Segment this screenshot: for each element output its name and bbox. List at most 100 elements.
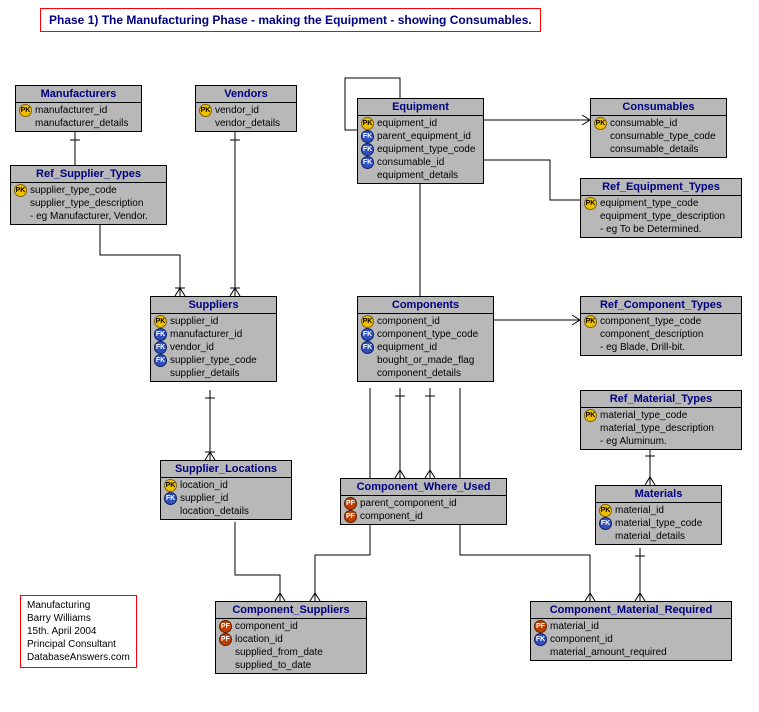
entity-attribute-row: FKsupplier_type_code	[151, 354, 276, 367]
entity-attribute-row: FKcomponent_type_code	[358, 328, 493, 341]
entity-equipment: Equipment PKequipment_idFKparent_equipme…	[357, 98, 484, 184]
attribute-text: location_id	[235, 633, 283, 646]
entity-header: Consumables	[591, 99, 726, 116]
attribute-text: supplier_details	[170, 367, 240, 380]
info-line: 15th. April 2004	[27, 625, 130, 638]
entity-header: Components	[358, 297, 493, 314]
entity-attribute-row: FKequipment_type_code	[358, 143, 483, 156]
key-spacer	[14, 198, 27, 209]
entity-attribute-row: FKvendor_id	[151, 341, 276, 354]
key-spacer	[584, 436, 597, 447]
entity-suppliers: Suppliers PKsupplier_idFKmanufacturer_id…	[150, 296, 277, 382]
entity-attribute-row: PFmaterial_id	[531, 620, 731, 633]
attribute-text: consumable_details	[610, 143, 698, 156]
entity-attribute-row: PKcomponent_id	[358, 315, 493, 328]
entity-manufacturers: Manufacturers PKmanufacturer_idmanufactu…	[15, 85, 142, 132]
fk-key-icon: FK	[361, 328, 374, 341]
entity-attribute-row: FKmaterial_type_code	[596, 517, 721, 530]
entity-attribute-row: PFlocation_id	[216, 633, 366, 646]
key-spacer	[219, 660, 232, 671]
attribute-text: component_id	[377, 315, 440, 328]
attribute-text: vendor_id	[170, 341, 214, 354]
entity-attribute-row: PFcomponent_id	[216, 620, 366, 633]
attribute-text: supplier_type_description	[30, 197, 143, 210]
attribute-text: material_type_code	[600, 409, 687, 422]
attribute-text: component_type_code	[377, 328, 478, 341]
entity-attribute-row: PKvendor_id	[196, 104, 296, 117]
attribute-text: equipment_details	[377, 169, 458, 182]
pk-key-icon: PK	[361, 117, 374, 130]
entity-attribute-row: FKconsumable_id	[358, 156, 483, 169]
entity-attribute-row: supplier_type_description	[11, 197, 166, 210]
attribute-text: component_id	[550, 633, 613, 646]
attribute-text: equipment_type_description	[600, 210, 725, 223]
attribute-text: component_type_code	[600, 315, 701, 328]
entity-header: Materials	[596, 486, 721, 503]
pf-key-icon: PF	[344, 497, 357, 510]
entity-attribute-row: material_details	[596, 530, 721, 543]
pk-key-icon: PK	[14, 184, 27, 197]
info-line: Barry Williams	[27, 612, 130, 625]
attribute-text: parent_component_id	[360, 497, 457, 510]
pk-key-icon: PK	[584, 197, 597, 210]
fk-key-icon: FK	[154, 354, 167, 367]
entity-attribute-row: material_type_description	[581, 422, 741, 435]
entity-attribute-row: PKmanufacturer_id	[16, 104, 141, 117]
entity-attribute-row: consumable_details	[591, 143, 726, 156]
pk-key-icon: PK	[154, 315, 167, 328]
attribute-text: supplier_type_code	[30, 184, 117, 197]
key-spacer	[584, 211, 597, 222]
attribute-text: material_id	[550, 620, 599, 633]
entity-attribute-row: FKequipment_id	[358, 341, 493, 354]
entity-ref-supplier-types: Ref_Supplier_Types PKsupplier_type_codes…	[10, 165, 167, 225]
entity-attribute-row: PKconsumable_id	[591, 117, 726, 130]
entity-components: Components PKcomponent_idFKcomponent_typ…	[357, 296, 494, 382]
entity-attribute-row: supplier_details	[151, 367, 276, 380]
entity-attribute-row: PKequipment_type_code	[581, 197, 741, 210]
entity-header: Ref_Supplier_Types	[11, 166, 166, 183]
key-spacer	[584, 342, 597, 353]
attribute-text: component_description	[600, 328, 703, 341]
fk-key-icon: FK	[361, 156, 374, 169]
entity-header: Ref_Equipment_Types	[581, 179, 741, 196]
entity-attribute-row: PKcomponent_type_code	[581, 315, 741, 328]
pk-key-icon: PK	[594, 117, 607, 130]
attribute-text: manufacturer_details	[35, 117, 128, 130]
attribute-text: equipment_type_code	[600, 197, 698, 210]
attribute-text: location_details	[180, 505, 249, 518]
entity-header: Manufacturers	[16, 86, 141, 103]
entity-attribute-row: material_amount_required	[531, 646, 731, 659]
key-spacer	[164, 506, 177, 517]
attribute-text: material_id	[615, 504, 664, 517]
attribute-text: material_type_code	[615, 517, 702, 530]
entity-attribute-row: FKparent_equipment_id	[358, 130, 483, 143]
entity-attribute-row: PFparent_component_id	[341, 497, 506, 510]
entity-attribute-row: supplied_from_date	[216, 646, 366, 659]
pk-key-icon: PK	[361, 315, 374, 328]
pf-key-icon: PF	[219, 633, 232, 646]
entity-supplier-locations: Supplier_Locations PKlocation_idFKsuppli…	[160, 460, 292, 520]
entity-attribute-row: location_details	[161, 505, 291, 518]
entity-attribute-row: bought_or_made_flag	[358, 354, 493, 367]
info-line: Principal Consultant	[27, 638, 130, 651]
pk-key-icon: PK	[599, 504, 612, 517]
fk-key-icon: FK	[534, 633, 547, 646]
entity-attribute-row: FKcomponent_id	[531, 633, 731, 646]
entity-header: Equipment	[358, 99, 483, 116]
key-spacer	[361, 355, 374, 366]
attribute-text: material_type_description	[600, 422, 714, 435]
attribute-text: manufacturer_id	[35, 104, 107, 117]
attribute-text: component_id	[360, 510, 423, 523]
info-line: DatabaseAnswers.com	[27, 651, 130, 664]
key-spacer	[361, 368, 374, 379]
entity-attribute-row: PKequipment_id	[358, 117, 483, 130]
attribute-text: material_details	[615, 530, 685, 543]
entity-attribute-row: FKsupplier_id	[161, 492, 291, 505]
key-spacer	[584, 224, 597, 235]
entity-component-material-required: Component_Material_Required PFmaterial_i…	[530, 601, 732, 661]
pk-key-icon: PK	[199, 104, 212, 117]
entity-attribute-row: manufacturer_details	[16, 117, 141, 130]
entity-attribute-row: PKsupplier_type_code	[11, 184, 166, 197]
entity-attribute-row: PKlocation_id	[161, 479, 291, 492]
attribute-text: material_amount_required	[550, 646, 667, 659]
